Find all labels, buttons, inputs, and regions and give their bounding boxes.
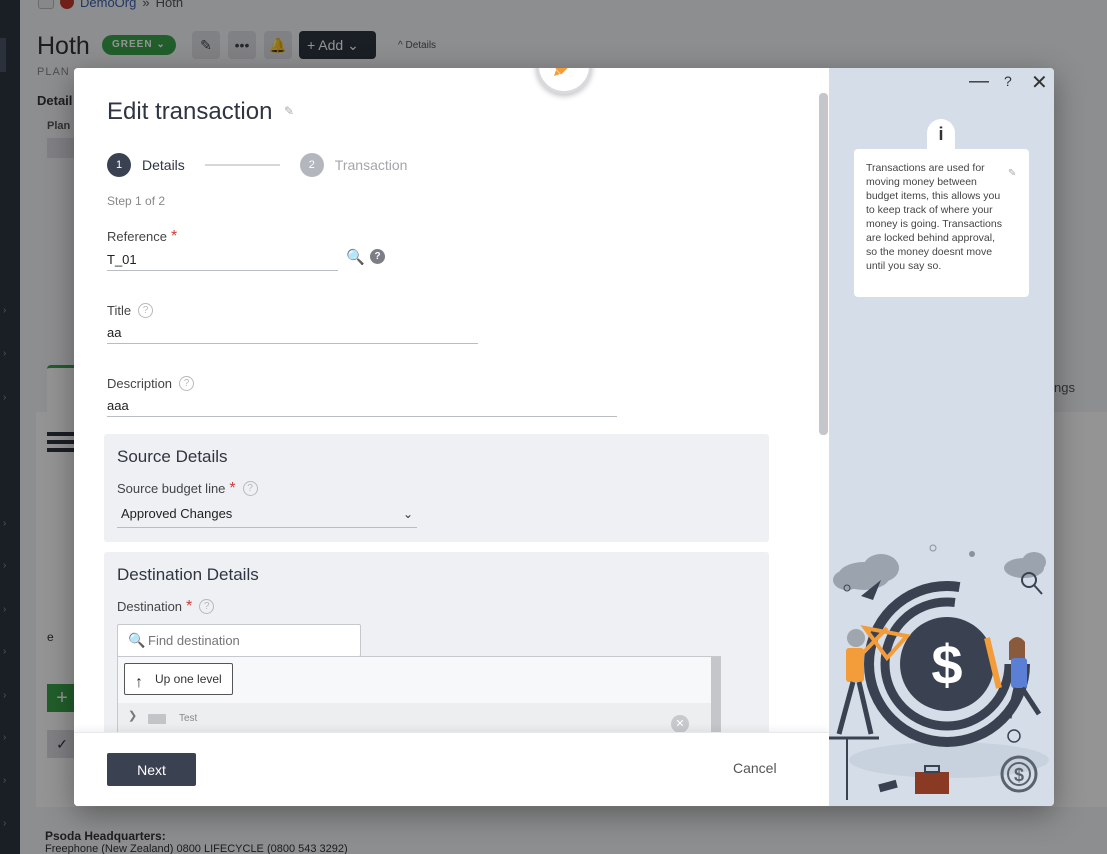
step-connector	[204, 164, 280, 166]
help-icon[interactable]: ?	[179, 376, 195, 391]
chevron-down-icon[interactable]: ❯	[128, 709, 137, 722]
reference-input[interactable]	[107, 249, 338, 271]
help-panel: — ? ✕ i Transactions are used for moving…	[829, 68, 1054, 806]
info-card: Transactions are used for moving money b…	[854, 149, 1029, 297]
minimize-icon[interactable]: —	[969, 70, 989, 93]
destination-details-section: Destination Details Destination*? 🔍 ↑ Up…	[104, 552, 769, 752]
close-icon[interactable]: ✕	[671, 715, 689, 733]
search-icon[interactable]: 🔍	[346, 248, 365, 266]
title-label: Title?	[107, 303, 154, 318]
help-icon[interactable]: ?	[242, 481, 258, 496]
chevron-down-icon: ⌄	[402, 507, 413, 521]
tree-item-label: Test	[179, 713, 198, 724]
folder-icon	[148, 714, 166, 724]
required-marker: *	[186, 597, 193, 615]
tree-item[interactable]: ❯ Test ✕	[118, 703, 713, 733]
info-text: Transactions are used for moving money b…	[866, 162, 1002, 272]
destination-label: Destination *?	[117, 597, 215, 615]
info-edit-icon[interactable]: ✎	[1008, 168, 1016, 179]
search-icon: 🔍	[128, 632, 146, 648]
up-one-level-button[interactable]: ↑ Up one level	[124, 663, 233, 695]
svg-text:$: $	[1014, 765, 1024, 785]
title-edit-icon: ✎	[284, 104, 295, 118]
description-label: Description?	[107, 376, 195, 391]
reference-label: Reference *	[107, 227, 178, 245]
destination-details-title: Destination Details	[117, 565, 259, 584]
description-label-text: Description	[107, 376, 173, 391]
destination-tree: ↑ Up one level ❯ Test ✕	[117, 656, 721, 736]
finance-illustration: $ $	[829, 544, 1049, 800]
stepper: 1 Details 2 Transaction	[107, 153, 407, 177]
arrow-up-icon: ↑	[135, 674, 143, 691]
up-one-level-label: Up one level	[155, 672, 222, 686]
find-destination-input[interactable]	[148, 633, 348, 648]
reference-label-text: Reference	[107, 229, 167, 244]
source-budget-line-value: Approved Changes	[121, 506, 233, 521]
step-count: Step 1 of 2	[107, 194, 166, 208]
cancel-button[interactable]: Cancel	[733, 760, 777, 776]
help-icon[interactable]: ?	[1004, 73, 1012, 89]
step-2-label[interactable]: Transaction	[335, 157, 408, 173]
step-1-number: 1	[107, 153, 131, 177]
close-icon[interactable]: ✕	[1031, 70, 1048, 95]
tree-scrollbar[interactable]	[711, 657, 720, 735]
svg-text:$: $	[931, 633, 962, 696]
next-button[interactable]: Next	[107, 753, 196, 786]
title-label-text: Title	[107, 303, 132, 318]
source-details-section: Source Details Source budget line *? Appr…	[104, 434, 769, 542]
help-icon[interactable]: ?	[199, 599, 215, 614]
edit-transaction-modal: Edit transaction ✎ 1 Details 2 Transacti…	[74, 68, 1054, 806]
destination-label-text: Destination	[117, 599, 183, 614]
help-icon[interactable]: ?	[370, 249, 385, 264]
help-icon[interactable]: ?	[138, 303, 154, 318]
modal-form-area: Edit transaction ✎ 1 Details 2 Transacti…	[74, 68, 829, 806]
step-1-label[interactable]: Details	[142, 157, 185, 173]
title-input[interactable]	[107, 322, 478, 344]
info-icon: i	[927, 119, 955, 149]
source-budget-line-select[interactable]: Approved Changes ⌄	[117, 500, 417, 528]
required-marker: *	[229, 479, 236, 497]
step-2-number: 2	[299, 153, 324, 177]
description-input[interactable]	[107, 395, 617, 417]
required-marker: *	[170, 227, 178, 245]
modal-scrollbar[interactable]	[819, 93, 828, 435]
source-budget-line-label-text: Source budget line	[117, 481, 226, 496]
source-details-title: Source Details	[117, 447, 228, 466]
modal-title: Edit transaction	[107, 98, 273, 125]
find-destination-box: 🔍	[117, 624, 361, 657]
source-budget-line-label: Source budget line *?	[117, 479, 258, 497]
modal-footer: Next Cancel	[74, 732, 829, 806]
